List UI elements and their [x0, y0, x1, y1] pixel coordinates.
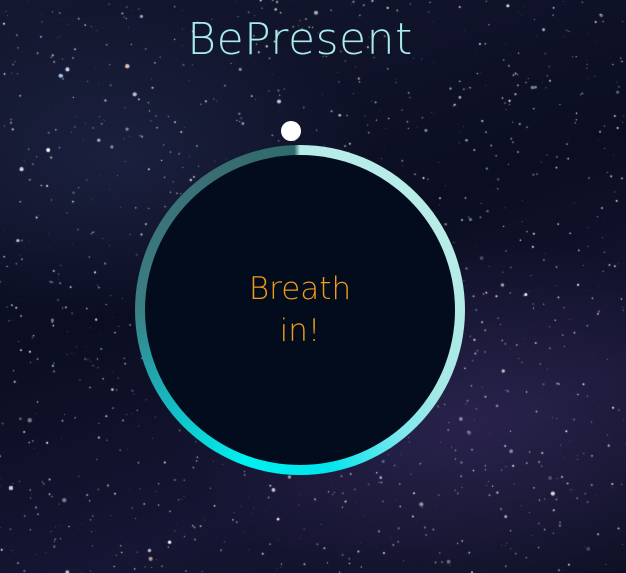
breath-instruction: Breath in!: [248, 271, 352, 349]
app-title: BePresent: [187, 14, 413, 65]
progress-pointer: [281, 121, 301, 141]
breathing-circle-inner: Breath in!: [145, 155, 455, 465]
breathing-circle: Breath in!: [135, 145, 465, 475]
